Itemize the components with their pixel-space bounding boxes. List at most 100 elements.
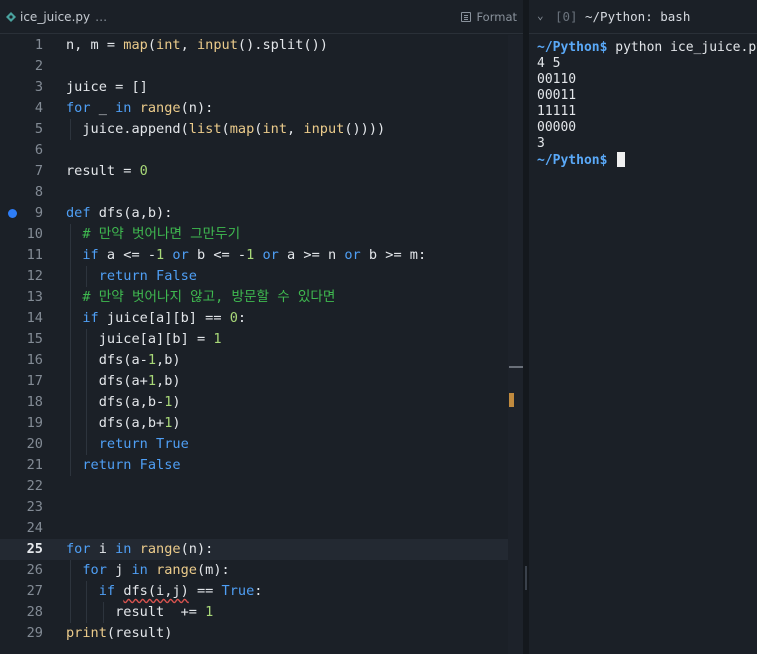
terminal-header: ⌄ [0] ~/Python: bash <box>529 0 757 34</box>
code-line[interactable]: 27 if dfs(i,j) == True: <box>0 581 508 602</box>
code-text[interactable]: n, m = map(int, input().split()) <box>66 35 328 56</box>
code-line[interactable]: 10 # 만약 벗어나면 그만두기 <box>0 224 508 245</box>
editor-scrollbar[interactable] <box>508 35 523 654</box>
terminal-text: 3 <box>537 136 545 151</box>
code-text[interactable]: def dfs(a,b): <box>66 203 172 224</box>
code-text[interactable]: return True <box>66 434 189 455</box>
code-line[interactable]: 14 if juice[a][b] == 0: <box>0 308 508 329</box>
line-number: 2 <box>34 58 43 74</box>
code-line[interactable]: 24 <box>0 518 508 539</box>
code-text[interactable]: result += 1 <box>66 602 213 623</box>
code-line[interactable]: 16 dfs(a-1,b) <box>0 350 508 371</box>
code-line[interactable]: 21 return False <box>0 455 508 476</box>
code-line[interactable]: 12 return False <box>0 266 508 287</box>
code-text[interactable]: for j in range(m): <box>66 560 229 581</box>
terminal-line: 3 <box>537 136 757 152</box>
chevron-down-icon[interactable]: ⌄ <box>537 9 544 22</box>
code-text[interactable]: dfs(a-1,b) <box>66 350 181 371</box>
terminal-line: 11111 <box>537 104 757 120</box>
line-number: 24 <box>26 520 43 536</box>
code-text[interactable]: if dfs(i,j) == True: <box>66 581 263 602</box>
code-area[interactable]: 1 n, m = map(int, input().split()) 2 3 juice… <box>0 35 508 644</box>
format-button[interactable]: Format <box>461 10 517 24</box>
code-text[interactable]: if a <= -1 or b <= -1 or a >= n or b >= … <box>66 245 426 266</box>
code-text[interactable]: # 만약 벗어나면 그만두기 <box>66 224 240 245</box>
code-line[interactable]: 6 <box>0 140 508 161</box>
code-line[interactable]: 9 def dfs(a,b): <box>0 203 508 224</box>
code-line[interactable]: 29 print(result) <box>0 623 508 644</box>
code-line[interactable]: 28 result += 1 <box>0 602 508 623</box>
editor-pane[interactable]: ice_juice.py … Format 1 n, m = map(int, i… <box>0 0 523 654</box>
code-text[interactable]: if juice[a][b] == 0: <box>66 308 246 329</box>
line-number: 28 <box>26 604 43 620</box>
code-text[interactable]: juice = [] <box>66 77 148 98</box>
file-tab[interactable]: ice_juice.py … <box>6 9 107 25</box>
scrollbar-thumb[interactable] <box>509 393 514 407</box>
file-name: ice_juice.py <box>20 10 91 24</box>
code-text[interactable]: dfs(a+1,b) <box>66 371 181 392</box>
code-line[interactable]: 20 return True <box>0 434 508 455</box>
line-number: 7 <box>34 163 43 179</box>
line-number: 21 <box>26 457 43 473</box>
code-line[interactable]: 18 dfs(a,b-1) <box>0 392 508 413</box>
code-line[interactable]: 2 <box>0 56 508 77</box>
code-line[interactable]: 25 for i in range(n): <box>0 539 508 560</box>
terminal-pane[interactable]: ⌄ [0] ~/Python: bash ~/Python$ python ic… <box>529 0 757 654</box>
line-number: 18 <box>26 394 43 410</box>
terminal-line: ~/Python$ python ice_juice.py <box>537 40 757 56</box>
code-text[interactable]: print(result) <box>66 623 172 644</box>
line-number: 29 <box>26 625 43 641</box>
line-number: 9 <box>34 205 43 221</box>
code-line[interactable]: 8 <box>0 182 508 203</box>
code-text[interactable]: dfs(a,b-1) <box>66 392 181 413</box>
terminal-text: 4 5 <box>537 56 561 71</box>
code-text[interactable]: return False <box>66 455 180 476</box>
code-text[interactable]: # 만약 벗어나지 않고, 방문할 수 있다면 <box>66 287 335 308</box>
line-number: 19 <box>26 415 43 431</box>
line-number: 20 <box>26 436 43 452</box>
terminal-index: [0] <box>555 9 578 24</box>
terminal-cursor <box>617 152 626 167</box>
code-line[interactable]: 3 juice = [] <box>0 77 508 98</box>
code-line[interactable]: 13 # 만약 벗어나지 않고, 방문할 수 있다면 <box>0 287 508 308</box>
code-text[interactable]: return False <box>66 266 197 287</box>
line-number: 4 <box>34 100 43 116</box>
line-number: 6 <box>34 142 43 158</box>
code-line[interactable]: 5 juice.append(list(map(int, input()))) <box>0 119 508 140</box>
line-number: 11 <box>26 247 43 263</box>
code-text[interactable]: dfs(a,b+1) <box>66 413 181 434</box>
line-number: 17 <box>26 373 43 389</box>
code-text[interactable]: for i in range(n): <box>66 539 213 560</box>
code-line[interactable]: 7 result = 0 <box>0 161 508 182</box>
line-number: 23 <box>26 499 43 515</box>
terminal-text: 00011 <box>537 88 577 103</box>
line-number: 16 <box>26 352 43 368</box>
code-line[interactable]: 1 n, m = map(int, input().split()) <box>0 35 508 56</box>
code-line[interactable]: 26 for j in range(m): <box>0 560 508 581</box>
terminal-text: 00000 <box>537 120 577 135</box>
code-line[interactable]: 4 for _ in range(n): <box>0 98 508 119</box>
code-text[interactable]: result = 0 <box>66 161 148 182</box>
breadcrumb-more[interactable]: … <box>95 10 107 24</box>
terminal-line: 00000 <box>537 120 757 136</box>
code-text[interactable]: juice[a][b] = 1 <box>66 329 222 350</box>
code-text[interactable]: for _ in range(n): <box>66 98 213 119</box>
code-text[interactable]: juice.append(list(map(int, input()))) <box>66 119 385 140</box>
code-line[interactable]: 11 if a <= -1 or b <= -1 or a >= n or b … <box>0 245 508 266</box>
terminal-line: 00110 <box>537 72 757 88</box>
line-number: 26 <box>26 562 43 578</box>
code-line[interactable]: 19 dfs(a,b+1) <box>0 413 508 434</box>
terminal-line: 4 5 <box>537 56 757 72</box>
pane-resize-handle[interactable] <box>525 566 527 590</box>
code-line[interactable]: 23 <box>0 497 508 518</box>
line-number: 5 <box>34 121 43 137</box>
code-line[interactable]: 15 juice[a][b] = 1 <box>0 329 508 350</box>
terminal-title: ~/Python: bash <box>585 9 691 24</box>
code-line[interactable]: 22 <box>0 476 508 497</box>
python-file-icon <box>6 12 16 22</box>
line-number: 10 <box>26 226 43 242</box>
terminal-output[interactable]: ~/Python$ python ice_juice.py 4 5 00110 000… <box>537 40 757 168</box>
code-line[interactable]: 17 dfs(a+1,b) <box>0 371 508 392</box>
shell-prompt: ~/Python$ <box>537 153 608 168</box>
